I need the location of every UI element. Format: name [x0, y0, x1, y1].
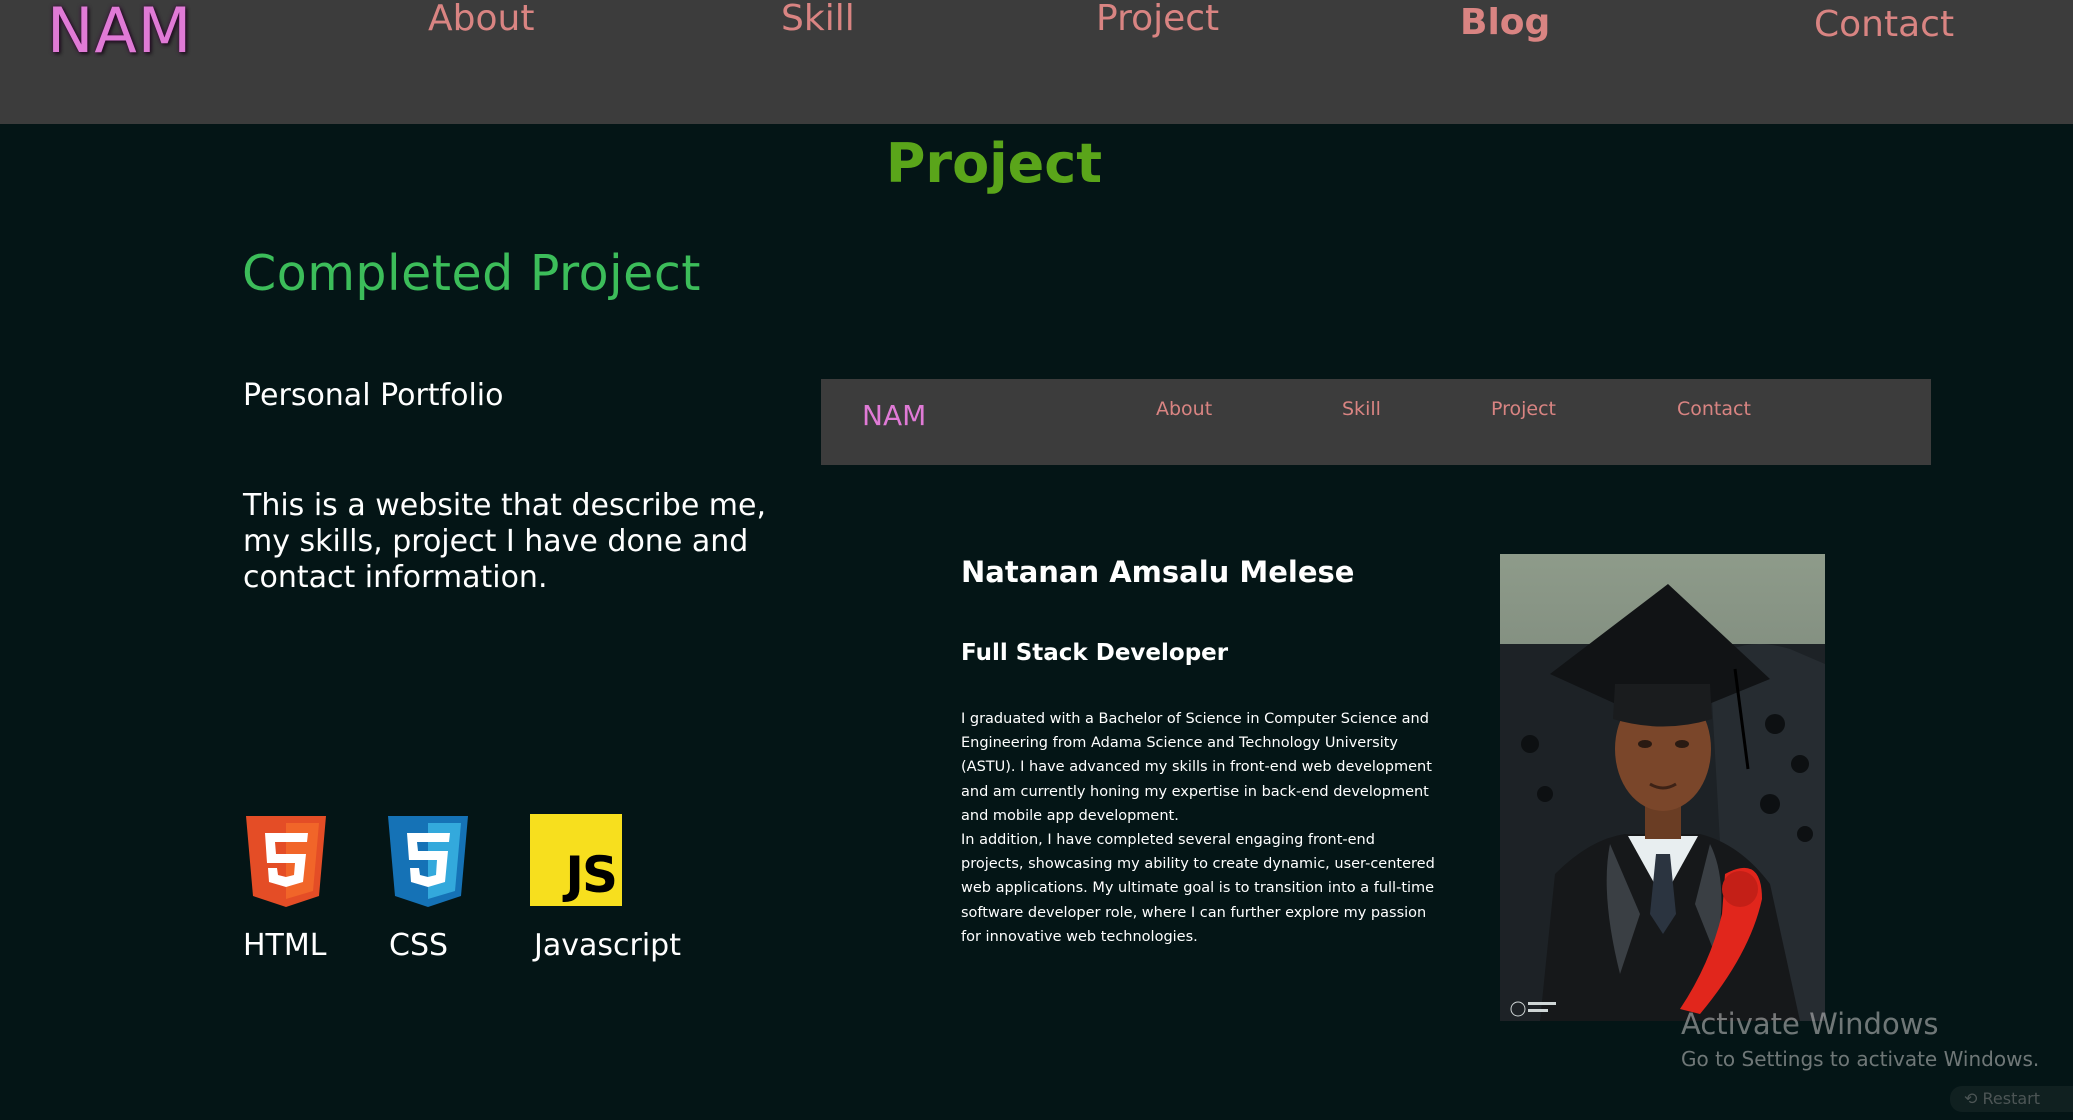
nav-link-blog[interactable]: Blog [1460, 2, 1550, 43]
js-icon: JS [530, 814, 622, 906]
preview-nav-about: About [1156, 398, 1213, 420]
css3-icon [388, 816, 468, 912]
preview-role: Full Stack Developer [961, 640, 1229, 666]
preview-bio-paragraph-1: I graduated with a Bachelor of Science i… [961, 711, 1432, 824]
windows-activation-subtitle: Go to Settings to activate Windows. [1681, 1047, 2040, 1071]
preview-nav-project: Project [1491, 398, 1557, 420]
restart-button[interactable]: ⟲ Restart [1950, 1086, 2073, 1112]
nav-link-about[interactable]: About [428, 0, 534, 39]
preview-bio: I graduated with a Bachelor of Science i… [961, 707, 1441, 949]
section-heading: Completed Project [242, 245, 701, 302]
tech-label-css: CSS [389, 928, 449, 963]
preview-nav-skill: Skill [1342, 398, 1381, 420]
html5-icon [246, 816, 326, 912]
restart-label: Restart [1982, 1089, 2041, 1108]
preview-brand-logo: NAM [862, 399, 927, 432]
profile-photo [1500, 554, 1825, 1021]
preview-name: Natanan Amsalu Melese [961, 555, 1355, 589]
nav-link-skill[interactable]: Skill [781, 0, 855, 39]
nav-link-contact[interactable]: Contact [1814, 4, 1954, 45]
nav-link-project[interactable]: Project [1096, 0, 1219, 39]
page-title: Project [885, 132, 1103, 195]
brand-logo[interactable]: NAM [47, 0, 192, 67]
project-title: Personal Portfolio [243, 378, 504, 413]
project-description: This is a website that describe me, my s… [243, 488, 767, 595]
js-badge-text: JS [565, 846, 618, 904]
restart-icon: ⟲ [1964, 1089, 1978, 1108]
tech-label-html: HTML [243, 928, 327, 963]
windows-activation-title: Activate Windows [1681, 1007, 1939, 1041]
tech-label-javascript: Javascript [534, 928, 681, 963]
preview-navigation: NAM About Skill Project Contact [821, 379, 1931, 465]
preview-bio-paragraph-2: In addition, I have completed several en… [961, 832, 1435, 945]
preview-nav-contact: Contact [1677, 398, 1751, 420]
top-navigation: NAM About Skill Project Blog Contact [0, 0, 2073, 124]
